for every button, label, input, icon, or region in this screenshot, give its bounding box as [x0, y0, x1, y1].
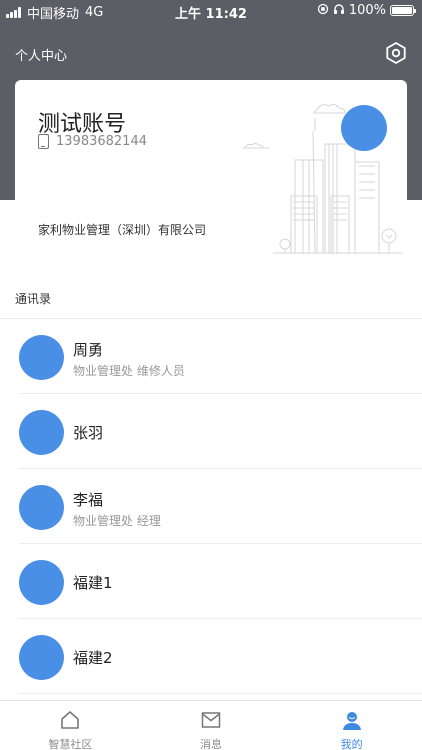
contact-name: 周勇	[73, 341, 104, 359]
tab-smart-community[interactable]: 智慧社区	[0, 701, 141, 750]
settings-icon[interactable]	[384, 41, 408, 65]
battery-icon	[390, 5, 416, 16]
contact-avatar	[19, 560, 64, 605]
tab-label: 消息	[200, 738, 222, 750]
contact-item[interactable]: 张羽	[0, 394, 422, 469]
contact-avatar	[19, 485, 64, 530]
contact-avatar	[19, 410, 64, 455]
contact-item[interactable]: 李福 物业管理处 经理	[0, 469, 422, 544]
mail-icon	[200, 709, 222, 735]
contact-name: 张羽	[73, 424, 104, 442]
tab-label: 智慧社区	[48, 738, 93, 750]
status-right: 100%	[317, 3, 416, 18]
tab-mine[interactable]: 我的	[281, 701, 422, 750]
phone-row: 13983682144	[38, 134, 147, 149]
contact-avatar	[19, 335, 64, 380]
profile-avatar[interactable]	[341, 105, 387, 151]
headphones-icon	[333, 3, 345, 18]
contact-name: 李福	[73, 491, 104, 509]
divider	[19, 693, 422, 694]
section-title-contacts: 通讯录	[15, 292, 52, 306]
contact-avatar	[19, 635, 64, 680]
contact-subtitle: 物业管理处 维修人员	[73, 364, 185, 378]
orientation-lock-icon	[317, 3, 329, 18]
contact-name: 福建2	[73, 649, 113, 667]
contact-item[interactable]: 福建2	[0, 619, 422, 694]
contact-item[interactable]: 福建1	[0, 544, 422, 619]
contact-subtitle: 物业管理处 经理	[73, 514, 161, 528]
home-icon	[59, 709, 81, 735]
battery-percent: 100%	[348, 3, 386, 18]
contact-list: 周勇 物业管理处 维修人员 张羽 李福 物业管理处 经理 福建1 福建2	[0, 319, 422, 694]
tab-bar: 智慧社区 消息 我的	[0, 700, 422, 750]
contact-item[interactable]: 周勇 物业管理处 维修人员	[0, 319, 422, 394]
contact-name: 福建1	[73, 574, 113, 592]
tab-label: 我的	[340, 738, 363, 750]
phone-number: 13983682144	[56, 134, 147, 149]
company-name: 家利物业管理（深圳）有限公司	[38, 223, 207, 237]
page-title: 个人中心	[15, 49, 68, 64]
user-icon	[341, 709, 363, 735]
profile-card[interactable]: 测试账号 13983682144 家利物业管理（深圳）有限公司	[15, 80, 407, 254]
phone-icon	[38, 134, 49, 149]
status-bar: 中国移动 4G 上午 11:42 100%	[0, 0, 422, 22]
tab-messages[interactable]: 消息	[141, 701, 282, 750]
